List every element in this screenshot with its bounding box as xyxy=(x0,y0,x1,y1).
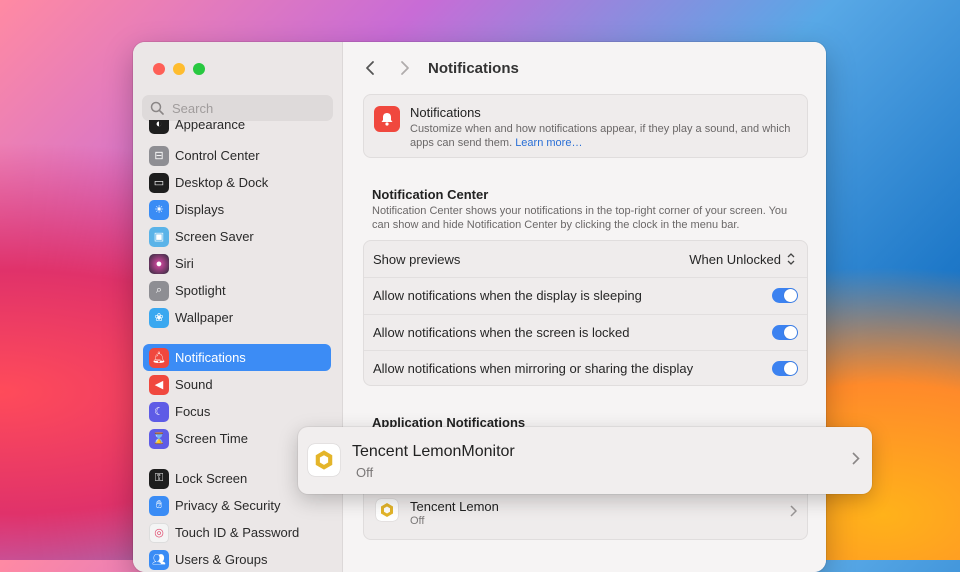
chevron-left-icon xyxy=(366,61,374,75)
row-label: Show previews xyxy=(373,251,461,267)
display-sleeping-row: Allow notifications when the display is … xyxy=(364,277,807,313)
page-title: Notifications xyxy=(428,60,519,77)
sidebar-item-control-center[interactable]: ⊟ Control Center xyxy=(143,142,331,169)
desktop-dock-icon: ▭ xyxy=(149,172,169,193)
app-list-item[interactable]: Tencent Lemon Off xyxy=(363,486,808,540)
sidebar-item-label: Desktop & Dock xyxy=(175,175,269,190)
sidebar-item-label: Displays xyxy=(175,202,225,217)
screen-locked-row: Allow notifications when the screen is l… xyxy=(364,314,807,350)
sound-icon: ◀︎ xyxy=(149,374,169,395)
updown-chevron-icon xyxy=(787,253,795,265)
screen-locked-toggle[interactable] xyxy=(772,325,798,340)
search-icon xyxy=(150,101,164,115)
sidebar-item-wallpaper[interactable]: ❀ Wallpaper xyxy=(143,304,331,331)
notifications-info-card: Notifications Customize when and how not… xyxy=(363,94,808,158)
show-previews-row: Show previews When Unlocked xyxy=(364,241,807,277)
hero-description: Customize when and how notifications app… xyxy=(410,122,795,150)
hero-description-text: Customize when and how notifications app… xyxy=(410,123,791,149)
row-label: Allow notifications when the screen is l… xyxy=(373,325,630,340)
tencent-lemonmonitor-icon xyxy=(308,444,340,476)
sidebar-item-label: Control Center xyxy=(175,148,260,163)
displays-icon: ☀ xyxy=(149,199,169,220)
chevron-right-icon xyxy=(401,61,409,75)
notifications-icon: 🔔︎ xyxy=(149,347,169,368)
sidebar-item-label: Spotlight xyxy=(175,283,226,298)
sidebar-item-label: Siri xyxy=(175,256,194,271)
mirroring-toggle[interactable] xyxy=(772,361,798,376)
highlighted-app-row[interactable]: Tencent LemonMonitor Off xyxy=(298,427,872,494)
sidebar-item-label: Notifications xyxy=(175,350,246,365)
sidebar-item-screen-saver[interactable]: ▣ Screen Saver xyxy=(143,223,331,250)
control-center-icon: ⊟ xyxy=(149,145,169,166)
forward-button[interactable] xyxy=(395,58,415,78)
sidebar-item-privacy-security[interactable]: ✋︎ Privacy & Security xyxy=(143,492,331,519)
notification-center-title: Notification Center xyxy=(372,187,489,202)
privacy-hand-icon: ✋︎ xyxy=(149,495,169,516)
sidebar-item-label: Focus xyxy=(175,404,211,419)
app-name: Tencent Lemon xyxy=(410,499,499,514)
highlighted-app-status: Off xyxy=(356,465,374,480)
appearance-icon: ◐ xyxy=(149,120,169,134)
search-field[interactable] xyxy=(142,95,333,121)
sidebar-item-label: Wallpaper xyxy=(175,310,234,325)
sidebar-item-users-groups[interactable]: 👥︎ Users & Groups xyxy=(143,546,331,572)
sidebar-item-label: Appearance xyxy=(175,120,246,132)
popup-value: When Unlocked xyxy=(689,251,781,267)
chevron-right-icon xyxy=(852,452,860,469)
sidebar-item-label: Screen Time xyxy=(175,431,248,446)
screen-saver-icon: ▣ xyxy=(149,226,169,247)
sidebar-item-siri[interactable]: ● Siri xyxy=(143,250,331,277)
mirroring-row: Allow notifications when mirroring or sh… xyxy=(364,350,807,386)
close-button[interactable] xyxy=(153,63,165,75)
app-status: Off xyxy=(410,515,425,527)
sidebar-item-sound[interactable]: ◀︎ Sound xyxy=(143,371,331,398)
display-sleeping-toggle[interactable] xyxy=(772,288,798,303)
row-label: Allow notifications when the display is … xyxy=(373,288,642,303)
highlighted-app-name: Tencent LemonMonitor xyxy=(352,443,515,460)
sidebar-item-label: Lock Screen xyxy=(175,471,248,486)
show-previews-popup[interactable]: When Unlocked xyxy=(689,252,795,267)
tencent-lemon-icon xyxy=(376,499,398,521)
notifications-bell-icon xyxy=(374,106,400,132)
wallpaper-icon: ❀ xyxy=(149,307,169,328)
sidebar-item-label: Screen Saver xyxy=(175,229,254,244)
sidebar-item-appearance[interactable]: ◐ Appearance xyxy=(143,120,331,138)
sidebar-item-label: Privacy & Security xyxy=(175,498,281,513)
notification-center-description: Notification Center shows your notificat… xyxy=(372,205,788,231)
siri-icon: ● xyxy=(149,253,169,274)
sidebar-item-label: Sound xyxy=(175,377,213,392)
minimize-button[interactable] xyxy=(173,63,185,75)
back-button[interactable] xyxy=(360,58,380,78)
fingerprint-icon: ◎ xyxy=(149,522,169,543)
lock-screen-icon: ⚿ xyxy=(149,468,169,489)
sidebar-item-spotlight[interactable]: ⌕ Spotlight xyxy=(143,277,331,304)
sidebar-item-notifications[interactable]: 🔔︎ Notifications xyxy=(143,344,331,371)
sidebar-item-label: Touch ID & Password xyxy=(175,525,300,540)
focus-icon: ☾ xyxy=(149,401,169,422)
chevron-right-icon xyxy=(790,505,798,520)
spotlight-icon: ⌕ xyxy=(149,280,169,301)
sidebar-item-focus[interactable]: ☾ Focus xyxy=(143,398,331,425)
screen-time-icon: ⌛ xyxy=(149,428,169,449)
search-input[interactable] xyxy=(170,99,324,117)
zoom-button[interactable] xyxy=(193,63,205,75)
hero-title: Notifications xyxy=(410,105,481,120)
sidebar-item-displays[interactable]: ☀ Displays xyxy=(143,196,331,223)
row-label: Allow notifications when mirroring or sh… xyxy=(373,361,694,376)
sidebar-item-touch-id[interactable]: ◎ Touch ID & Password xyxy=(143,519,331,546)
learn-more-link[interactable]: Learn more… xyxy=(515,137,582,149)
sidebar-item-desktop-dock[interactable]: ▭ Desktop & Dock xyxy=(143,169,331,196)
notification-center-settings: Show previews When Unlocked Allow notifi… xyxy=(363,240,808,386)
window-controls xyxy=(153,63,205,75)
